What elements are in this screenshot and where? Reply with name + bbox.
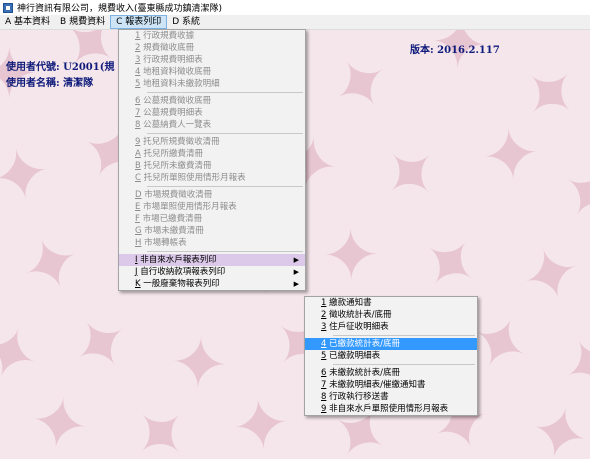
menu-item-label: 市場規費徵收清冊 [141,190,213,200]
app-icon [3,2,13,13]
submenu-item-6[interactable]: 6 未繳款統計表/底冊 [305,367,477,379]
submenu-item-7[interactable]: 7 未繳款明細表/催繳通知書 [305,379,477,391]
report-item-8: 8 公墓納費人一覽表 [119,119,305,131]
menu-separator [147,251,303,252]
menu-fee-data[interactable]: B 規費資料 [55,15,110,29]
menu-item-label: 一般廢棄物報表列印 [140,279,220,289]
menu-item-label: 住戶征收明細表 [326,322,389,332]
menu-item-label: 已繳款統計表/底冊 [326,339,400,349]
menu-item-label: 行政執行移送書 [326,392,389,402]
menu-item-label: 自行收納款項報表列印 [137,267,226,277]
submenu-arrow-icon: ▶ [293,268,299,276]
user-code-label: 使用者代號: U2001(規 [6,62,115,73]
user-name-label: 使用者名稱: 清潔隊 [6,78,94,89]
report-item-c: C 托兒所單照使用情形月報表 [119,172,305,184]
submenu-item-8[interactable]: 8 行政執行移送書 [305,391,477,403]
submenu-item-2[interactable]: 2 徵收統計表/底冊 [305,309,477,321]
leaf-pattern-icon: ✦ [0,137,66,211]
version-label: 版本: 2016.2.117 [410,45,500,56]
leaf-pattern-icon: ✦ [520,387,590,459]
submenu-item-9[interactable]: 9 非自來水戶單照使用情形月報表 [305,403,477,415]
report-item-9: 9 托兒所規費徵收清冊 [119,136,305,148]
report-item-i[interactable]: I 非自來水戶報表列印 ▶ [119,254,305,266]
report-dropdown-menu: 1 行政規費收據 2 規費徵收底冊 3 行政規費明細表 4 地租資料徵收底冊 5 地租資… [118,29,306,291]
report-item-g: G 市場未繳費清冊 [119,225,305,237]
menu-item-label: 非自來水戶報表列印 [137,255,217,265]
menu-item-label: 行政規費收據 [140,31,195,41]
submenu-arrow-icon: ▶ [293,280,299,288]
menu-item-label: 市場轉帳表 [141,238,187,248]
report-item-d: D 市場規費徵收清冊 [119,189,305,201]
menu-item-label: 地租資料未繳款明細 [140,79,220,89]
menu-item-label: 已繳款明細表 [326,351,381,361]
report-item-7: 7 公墓規費明細表 [119,107,305,119]
menu-item-label: 行政規費明細表 [140,55,203,65]
leaf-pattern-icon: ✦ [359,124,460,224]
menu-item-label: 托兒所繳費清冊 [140,149,204,159]
menu-item-label: 公墓納費人一覽表 [140,120,212,130]
menu-item-label: 繳款通知書 [326,298,372,308]
leaf-pattern-icon: ✦ [465,120,554,188]
menu-item-label: 未繳款明細表/催繳通知書 [326,380,426,390]
menu-item-label: 未繳款統計表/底冊 [326,368,400,378]
menu-separator [147,186,303,187]
leaf-pattern-icon: ✦ [501,233,590,315]
report-item-4: 4 地租資料徵收底冊 [119,66,305,78]
leaf-pattern-icon: ✦ [0,221,99,307]
report-item-a: A 托兒所繳費清冊 [119,148,305,160]
submenu-arrow-icon: ▶ [293,256,299,264]
menu-item-label: 公墓規費徵收底冊 [140,96,212,106]
submenu-item-1[interactable]: 1 繳款通知書 [305,297,477,309]
report-item-6: 6 公墓規費徵收底冊 [119,95,305,107]
report-item-5: 5 地租資料未繳款明細 [119,78,305,90]
menu-item-label: 市場單照使用情形月報表 [140,202,237,212]
menu-separator [147,92,303,93]
title-bar: 神行資訊有限公司，規費收入(臺東縣成功鎮清潔隊) [0,0,590,16]
menu-basic-data[interactable]: A 基本資料 [0,15,55,29]
menu-item-accelerator: G [135,226,142,236]
leaf-pattern-icon: ✦ [23,378,95,459]
leaf-pattern-icon: ✦ [167,321,232,407]
menu-item-label: 托兒所單照使用情形月報表 [140,173,246,183]
report-item-k[interactable]: K 一般廢棄物報表列印 ▶ [119,278,305,290]
menu-item-label: 市場已繳費清冊 [139,214,203,224]
report-item-j[interactable]: J 自行收納款項報表列印 ▶ [119,266,305,278]
non-tap-water-submenu: 1 繳款通知書 2 徵收統計表/底冊 3 住戶征收明細表 4 已繳款統計表/底冊 5 已… [304,296,478,416]
submenu-item-5[interactable]: 5 已繳款明細表 [305,350,477,362]
report-item-b: B 托兒所未繳費清冊 [119,160,305,172]
report-item-2: 2 規費徵收底冊 [119,42,305,54]
leaf-pattern-icon: ✦ [309,37,410,131]
submenu-item-3[interactable]: 3 住戶征收明細表 [305,321,477,333]
menu-report-print[interactable]: C 報表列印 [110,15,168,29]
report-item-1: 1 行政規費收據 [119,30,305,42]
menu-item-label: 市場未繳費清冊 [141,226,204,236]
menu-item-label: 公墓規費明細表 [140,108,203,118]
menu-bar: A 基本資料 B 規費資料 C 報表列印 D 系統 [0,15,590,30]
menu-separator [147,133,303,134]
menu-item-label: 托兒所未繳費清冊 [140,161,212,171]
menu-separator [333,364,475,365]
leaf-pattern-icon: ✦ [48,297,150,391]
menu-item-label: 托兒所規費徵收清冊 [140,137,220,147]
menu-item-label: 地租資料徵收底冊 [140,67,212,77]
menu-item-label: 規費徵收底冊 [140,43,195,53]
report-item-3: 3 行政規費明細表 [119,54,305,66]
report-item-f: F 市場已繳費清冊 [119,213,305,225]
window-title: 神行資訊有限公司，規費收入(臺東縣成功鎮清潔隊) [17,4,223,14]
report-item-e: E 市場單照使用情形月報表 [119,201,305,213]
leaf-pattern-icon: ✦ [215,389,304,459]
leaf-pattern-icon: ✦ [543,143,590,245]
menu-item-label: 非自來水戶單照使用情形月報表 [326,404,449,414]
menu-system[interactable]: D 系統 [167,15,205,29]
report-item-h: H 市場轉帳表 [119,237,305,249]
leaf-pattern-icon: ✦ [307,223,391,285]
menu-separator [333,335,475,336]
menu-item-label: 徵收統計表/底冊 [326,310,392,320]
submenu-item-4[interactable]: 4 已繳款統計表/底冊 [305,338,477,350]
